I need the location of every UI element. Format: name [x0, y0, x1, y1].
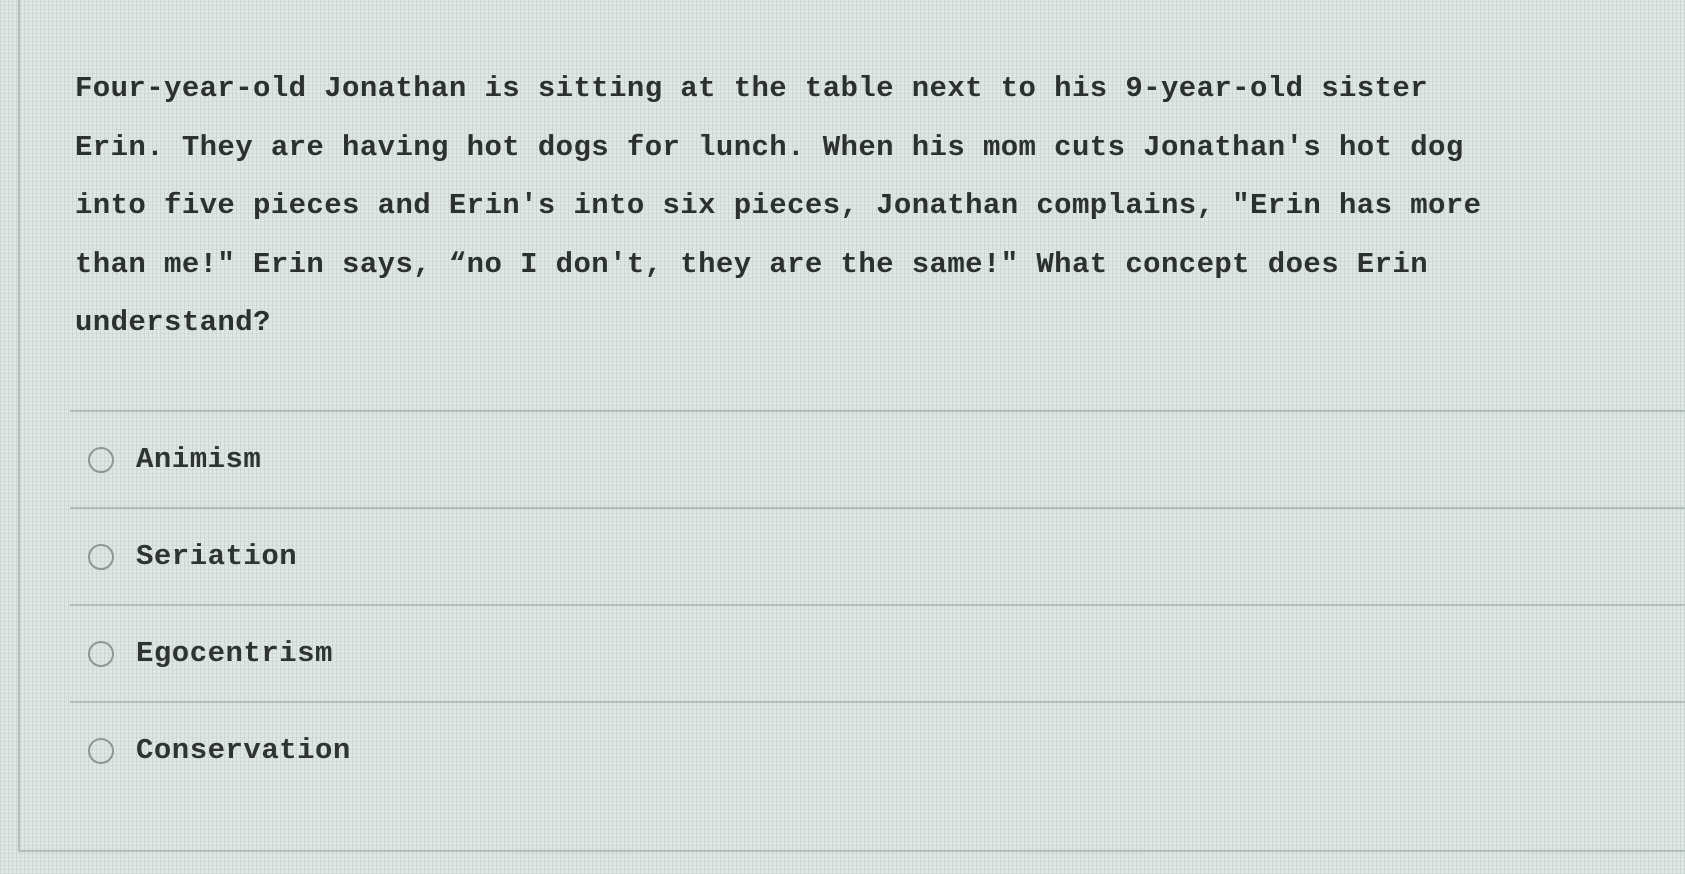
- radio-unchecked-icon[interactable]: [88, 446, 114, 473]
- option-animism[interactable]: Animism: [70, 412, 1685, 507]
- radio-unchecked-icon[interactable]: [88, 737, 114, 764]
- option-conservation[interactable]: Conservation: [70, 703, 1685, 798]
- answer-options: Animism Seriation Egocentrism Conservati…: [70, 410, 1685, 798]
- option-egocentrism[interactable]: Egocentrism: [70, 606, 1685, 701]
- option-label[interactable]: Egocentrism: [136, 637, 333, 670]
- option-seriation[interactable]: Seriation: [70, 509, 1685, 604]
- question-text: Four-year-old Jonathan is sitting at the…: [75, 72, 1482, 339]
- option-label[interactable]: Seriation: [136, 540, 297, 573]
- radio-unchecked-icon[interactable]: [88, 543, 114, 570]
- option-label[interactable]: Conservation: [136, 734, 351, 767]
- radio-unchecked-icon[interactable]: [88, 640, 114, 667]
- option-label[interactable]: Animism: [136, 443, 261, 476]
